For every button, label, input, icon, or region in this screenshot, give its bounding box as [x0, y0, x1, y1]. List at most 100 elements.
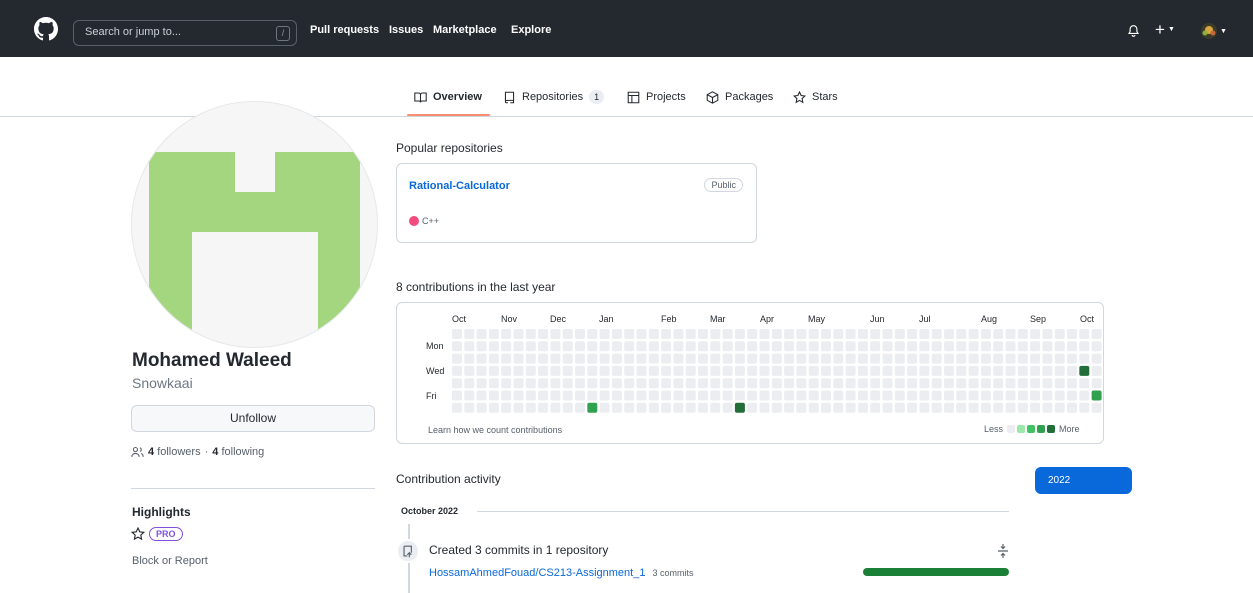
contribution-day-cell[interactable]	[636, 353, 647, 364]
contribution-day-cell[interactable]	[759, 378, 770, 389]
contribution-day-cell[interactable]	[710, 341, 721, 352]
contribution-day-cell[interactable]	[698, 390, 708, 401]
contribution-day-cell[interactable]	[562, 341, 573, 352]
contribution-day-cell[interactable]	[550, 341, 561, 352]
contribution-day-cell[interactable]	[1079, 353, 1090, 364]
contribution-day-cell[interactable]	[870, 402, 881, 413]
contribution-day-cell[interactable]	[1054, 341, 1065, 352]
contribution-day-cell[interactable]	[968, 353, 979, 364]
contribution-day-cell[interactable]	[907, 353, 918, 364]
contribution-day-cell[interactable]	[734, 365, 745, 376]
contribution-day-cell[interactable]	[1005, 378, 1016, 389]
contribution-day-cell[interactable]	[698, 378, 708, 389]
repo-name-link[interactable]: Rational-Calculator	[409, 180, 510, 192]
contribution-day-cell[interactable]	[1017, 329, 1028, 339]
contribution-day-cell[interactable]	[488, 378, 499, 389]
contribution-day-cell[interactable]	[821, 390, 831, 401]
tab-overview[interactable]: Overview	[414, 89, 482, 105]
contribution-day-cell[interactable]	[882, 341, 893, 352]
contribution-day-cell[interactable]	[685, 341, 696, 352]
create-new-menu[interactable]: + ▼	[1155, 21, 1175, 38]
contribution-day-cell[interactable]	[833, 402, 844, 413]
contribution-day-cell[interactable]	[931, 390, 942, 401]
contribution-day-cell[interactable]	[993, 402, 1004, 413]
contribution-day-cell[interactable]	[611, 341, 622, 352]
contribution-day-cell[interactable]	[575, 390, 585, 401]
contribution-day-cell[interactable]	[538, 390, 549, 401]
contribution-day-cell[interactable]	[722, 378, 733, 389]
contribution-day-cell[interactable]	[562, 365, 573, 376]
contribution-day-cell[interactable]	[808, 365, 819, 376]
contribution-day-cell[interactable]	[575, 402, 585, 413]
contribution-day-cell[interactable]	[476, 341, 487, 352]
contribution-day-cell[interactable]	[907, 378, 918, 389]
contribution-day-cell[interactable]	[931, 378, 942, 389]
contribution-day-cell[interactable]	[673, 402, 684, 413]
contribution-day-cell[interactable]	[501, 402, 512, 413]
contribution-day-cell[interactable]	[501, 329, 512, 339]
contribution-day-cell[interactable]	[685, 329, 696, 339]
contribution-day-cell[interactable]	[907, 329, 918, 339]
contribution-day-cell[interactable]	[513, 390, 524, 401]
contribution-day-cell[interactable]	[784, 353, 795, 364]
contribution-day-cell[interactable]	[624, 353, 635, 364]
contribution-day-cell[interactable]	[710, 365, 721, 376]
contribution-day-cell[interactable]	[575, 378, 585, 389]
contribution-day-cell[interactable]	[1017, 390, 1028, 401]
contribution-day-cell[interactable]	[870, 329, 881, 339]
contribution-day-cell[interactable]	[821, 402, 831, 413]
contribution-day-cell[interactable]	[611, 329, 622, 339]
contribution-day-cell[interactable]	[771, 390, 782, 401]
contribution-day-cell[interactable]	[1042, 353, 1053, 364]
contribution-day-cell[interactable]	[919, 378, 930, 389]
contribution-day-cell[interactable]	[980, 365, 991, 376]
contribution-day-cell[interactable]	[771, 365, 782, 376]
contribution-day-cell[interactable]	[488, 353, 499, 364]
contribution-day-cell[interactable]	[1017, 378, 1028, 389]
contribution-day-cell[interactable]	[919, 329, 930, 339]
contribution-day-cell[interactable]	[894, 390, 905, 401]
contribution-day-cell[interactable]	[513, 402, 524, 413]
contribution-day-cell[interactable]	[452, 353, 462, 364]
contribution-day-cell[interactable]	[611, 390, 622, 401]
contribution-day-cell[interactable]	[980, 378, 991, 389]
contribution-day-cell[interactable]	[894, 341, 905, 352]
contribution-day-cell[interactable]	[747, 378, 758, 389]
contribution-day-cell[interactable]	[525, 353, 536, 364]
contribution-day-cell[interactable]	[968, 390, 979, 401]
contribution-day-cell[interactable]	[845, 353, 856, 364]
contribution-day-cell[interactable]	[538, 365, 549, 376]
contribution-day-cell[interactable]	[648, 365, 659, 376]
contribution-day-cell[interactable]	[1005, 353, 1016, 364]
contribution-day-cell[interactable]	[501, 378, 512, 389]
contribution-day-cell[interactable]	[845, 329, 856, 339]
contribution-day-cell[interactable]	[784, 341, 795, 352]
contribution-day-cell[interactable]	[538, 353, 549, 364]
contribution-day-cell[interactable]	[944, 402, 954, 413]
contribution-day-cell[interactable]	[882, 390, 893, 401]
contribution-day-cell[interactable]	[452, 402, 462, 413]
contribution-day-cell[interactable]	[833, 390, 844, 401]
contribution-day-cell[interactable]	[870, 353, 881, 364]
contribution-day-cell[interactable]	[857, 390, 868, 401]
contribution-day-cell[interactable]	[808, 402, 819, 413]
commit-count-link[interactable]: 3 commits	[653, 568, 694, 578]
contribution-day-cell[interactable]	[525, 390, 536, 401]
contribution-day-cell[interactable]	[599, 378, 610, 389]
contribution-day-cell[interactable]	[648, 341, 659, 352]
contribution-day-cell[interactable]	[1079, 390, 1090, 401]
contribution-day-cell[interactable]	[710, 390, 721, 401]
contribution-day-cell[interactable]	[624, 402, 635, 413]
contribution-day-cell[interactable]	[944, 365, 954, 376]
github-logo-icon[interactable]	[34, 17, 58, 41]
contribution-day-cell[interactable]	[796, 402, 807, 413]
contribution-day-cell[interactable]	[993, 341, 1004, 352]
tab-packages[interactable]: Packages	[706, 89, 773, 105]
contribution-day-cell[interactable]	[1042, 402, 1053, 413]
contribution-day-cell[interactable]	[894, 353, 905, 364]
bell-icon[interactable]	[1127, 24, 1140, 38]
contribution-day-cell[interactable]	[575, 365, 585, 376]
contribution-day-cell[interactable]	[919, 353, 930, 364]
contribution-day-cell[interactable]	[513, 353, 524, 364]
contribution-day-cell[interactable]	[993, 329, 1004, 339]
